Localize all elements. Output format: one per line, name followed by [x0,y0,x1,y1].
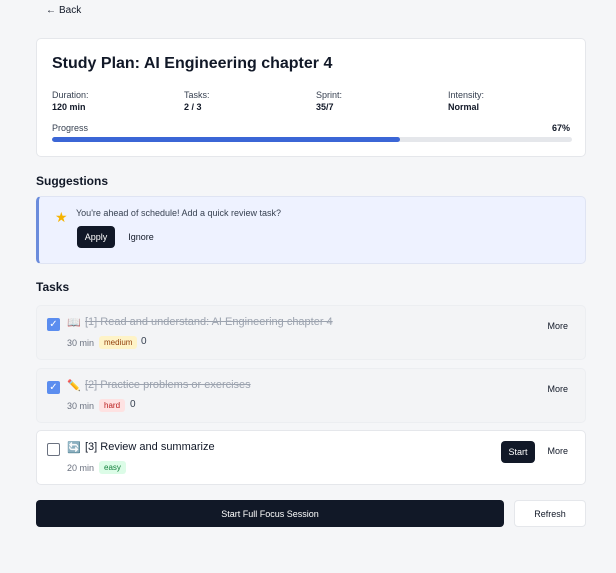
refresh-button[interactable]: Refresh [514,500,586,527]
difficulty-badge: hard [99,399,126,412]
task-title: [2] Practice problems or exercises [85,379,251,391]
task-card: ✏️ [2] Practice problems or exercises 30… [36,368,586,423]
more-button[interactable]: More [547,446,568,456]
stat-value: Normal [448,102,480,112]
start-task-button[interactable]: Start [501,441,535,463]
stat-duration: Duration: 120 min [52,89,89,113]
stat-label: Duration: [52,90,89,100]
task-duration: 30 min [67,401,95,411]
task-count: 0 [130,399,136,410]
suggestions-heading: Suggestions [36,174,109,188]
task-checkbox[interactable] [47,381,60,394]
stat-label: Intensity: [448,90,485,100]
stat-value: 120 min [52,102,86,112]
apply-button[interactable]: Apply [77,226,115,248]
page-title: Study Plan: AI Engineering chapter 4 [52,55,333,72]
back-link[interactable]: ← Back [46,5,81,16]
progress-bar [52,137,572,142]
progress-percent: 67% [551,123,570,133]
task-checkbox[interactable] [47,443,60,456]
task-checkbox[interactable] [47,318,60,331]
stat-tasks: Tasks: 2 / 3 [184,89,210,113]
more-button[interactable]: More [547,321,568,331]
arrow-left-icon: ← [46,5,56,16]
pencil-icon: ✏️ [67,380,81,392]
stat-sprint: Sprint: 35/7 [316,89,342,113]
stat-value: 2 / 3 [184,102,202,112]
stat-label: Tasks: [184,90,210,100]
task-count: 0 [141,336,147,347]
more-button[interactable]: More [547,384,568,394]
refresh-cycle-icon: 🔄 [67,442,81,454]
task-title: [3] Review and summarize [85,441,215,453]
stat-intensity: Intensity: Normal [448,89,484,113]
tasks-heading: Tasks [36,280,70,294]
start-focus-session-button[interactable]: Start Full Focus Session [36,500,504,527]
study-plan-card: Study Plan: AI Engineering chapter 4 Dur… [36,38,586,157]
task-card: 🔄 [3] Review and summarize 20 min easy S… [36,430,586,485]
suggestion-card: ★ You're ahead of schedule! Add a quick … [36,196,586,264]
task-duration: 20 min [67,463,95,473]
suggestion-text: You're ahead of schedule! Add a quick re… [76,208,282,218]
difficulty-badge: easy [99,461,126,474]
task-card: 📖 [1] Read and understand: AI Engineerin… [36,305,586,360]
progress-label: Progress [52,123,89,133]
stat-label: Sprint: [316,90,343,100]
stat-value: 35/7 [316,102,334,112]
task-duration: 30 min [67,338,95,348]
progress-fill [52,137,401,142]
difficulty-badge: medium [99,336,138,349]
ignore-button[interactable]: Ignore [123,226,159,248]
book-icon: 📖 [67,317,81,329]
back-label: Back [59,5,82,16]
task-title: [1] Read and understand: AI Engineering … [85,316,333,328]
star-icon: ★ [55,209,68,225]
